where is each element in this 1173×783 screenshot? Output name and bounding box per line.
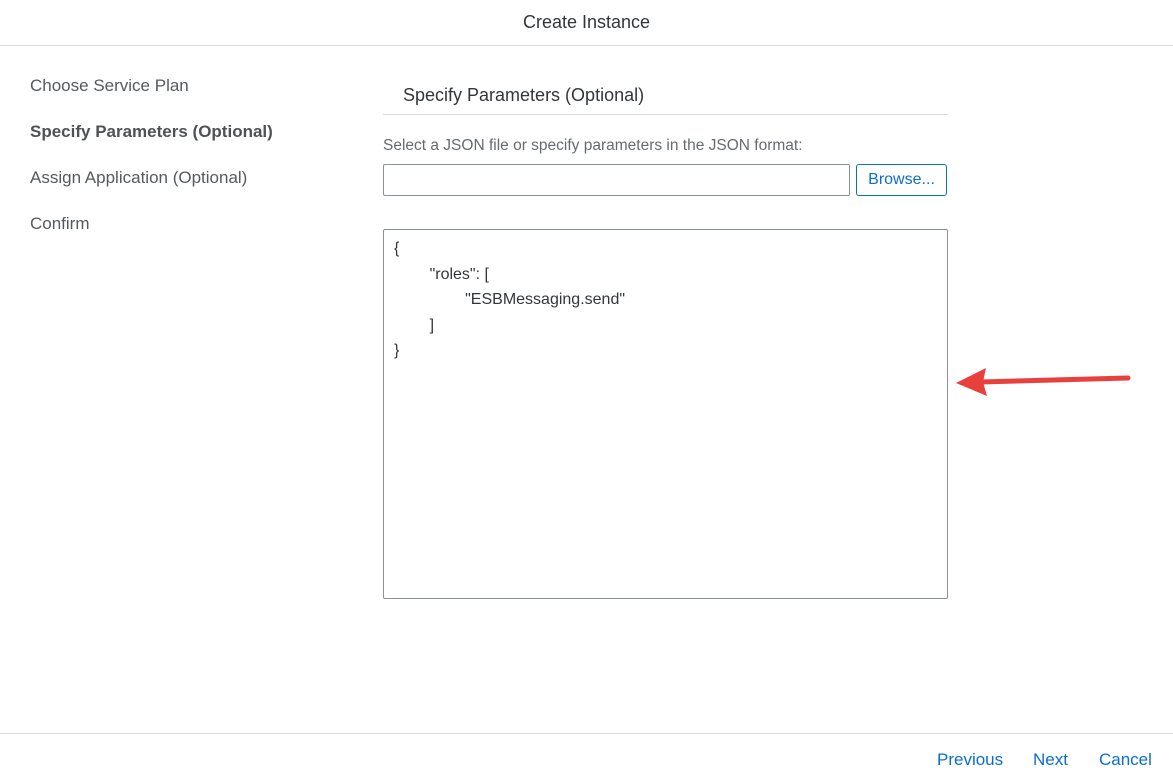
arrow-head xyxy=(956,368,987,396)
file-picker-row: Browse... xyxy=(383,163,948,197)
dialog-title: Create Instance xyxy=(522,12,651,32)
step-assign-application[interactable]: Assign Application (Optional) xyxy=(30,166,350,212)
json-parameters-textarea[interactable] xyxy=(383,229,948,599)
browse-button[interactable]: Browse... xyxy=(856,164,947,196)
next-button[interactable]: Next xyxy=(1033,749,1068,771)
dialog-header: Create Instance xyxy=(0,0,1173,46)
arrow-shaft xyxy=(977,375,1131,385)
parameters-panel: Specify Parameters (Optional) Select a J… xyxy=(383,76,948,599)
dialog-footer: Previous Next Cancel xyxy=(0,733,1173,783)
step-specify-parameters[interactable]: Specify Parameters (Optional) xyxy=(30,120,350,166)
left-arrow-icon xyxy=(956,368,1131,396)
create-instance-dialog: Create Instance Choose Service Plan Spec… xyxy=(0,0,1173,783)
json-file-input[interactable] xyxy=(383,164,850,196)
wizard-steps: Choose Service Plan Specify Parameters (… xyxy=(30,74,350,258)
cancel-button[interactable]: Cancel xyxy=(1099,749,1152,771)
step-confirm[interactable]: Confirm xyxy=(30,212,350,258)
section-title: Specify Parameters (Optional) xyxy=(383,76,948,115)
previous-button[interactable]: Previous xyxy=(937,749,1003,771)
json-field-label: Select a JSON file or specify parameters… xyxy=(383,137,803,154)
step-choose-service-plan[interactable]: Choose Service Plan xyxy=(30,74,350,120)
